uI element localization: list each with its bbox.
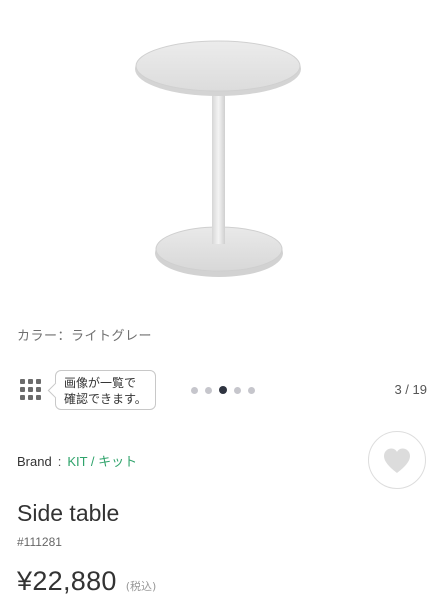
brand-link[interactable]: KIT / キット (67, 454, 137, 469)
product-price: ¥22,880 (17, 566, 117, 596)
grid-view-icon[interactable] (20, 379, 41, 400)
price-row: ¥22,880 (税込) (17, 566, 156, 597)
color-caption: カラー：ライトグレー (17, 329, 153, 344)
image-counter: 3 / 19 (394, 382, 427, 397)
tooltip-line: 確認できます。 (64, 392, 147, 406)
brand-separator: : (57, 454, 62, 469)
brand-row: Brand: KIT / キット (17, 451, 137, 470)
product-code: #111281 (17, 535, 62, 549)
tax-note: (税込) (125, 580, 157, 593)
side-table-illustration (135, 40, 301, 277)
tooltip-line: 画像が一覧で (64, 376, 137, 390)
gallery-controls: 画像が一覧で 確認できます。 3 / 19 (0, 368, 444, 412)
carousel-dot[interactable] (205, 387, 212, 394)
product-title: Side table (17, 500, 120, 526)
heart-icon (384, 448, 410, 473)
carousel-dots (191, 386, 255, 395)
carousel-dot-active[interactable] (219, 386, 227, 394)
brand-label: Brand (17, 454, 52, 469)
carousel-dot[interactable] (248, 387, 255, 394)
carousel-dot[interactable] (234, 387, 241, 394)
carousel-dot[interactable] (191, 387, 198, 394)
product-image[interactable] (0, 0, 444, 305)
favorite-button[interactable] (368, 431, 426, 489)
grid-view-tooltip: 画像が一覧で 確認できます。 (55, 370, 156, 410)
